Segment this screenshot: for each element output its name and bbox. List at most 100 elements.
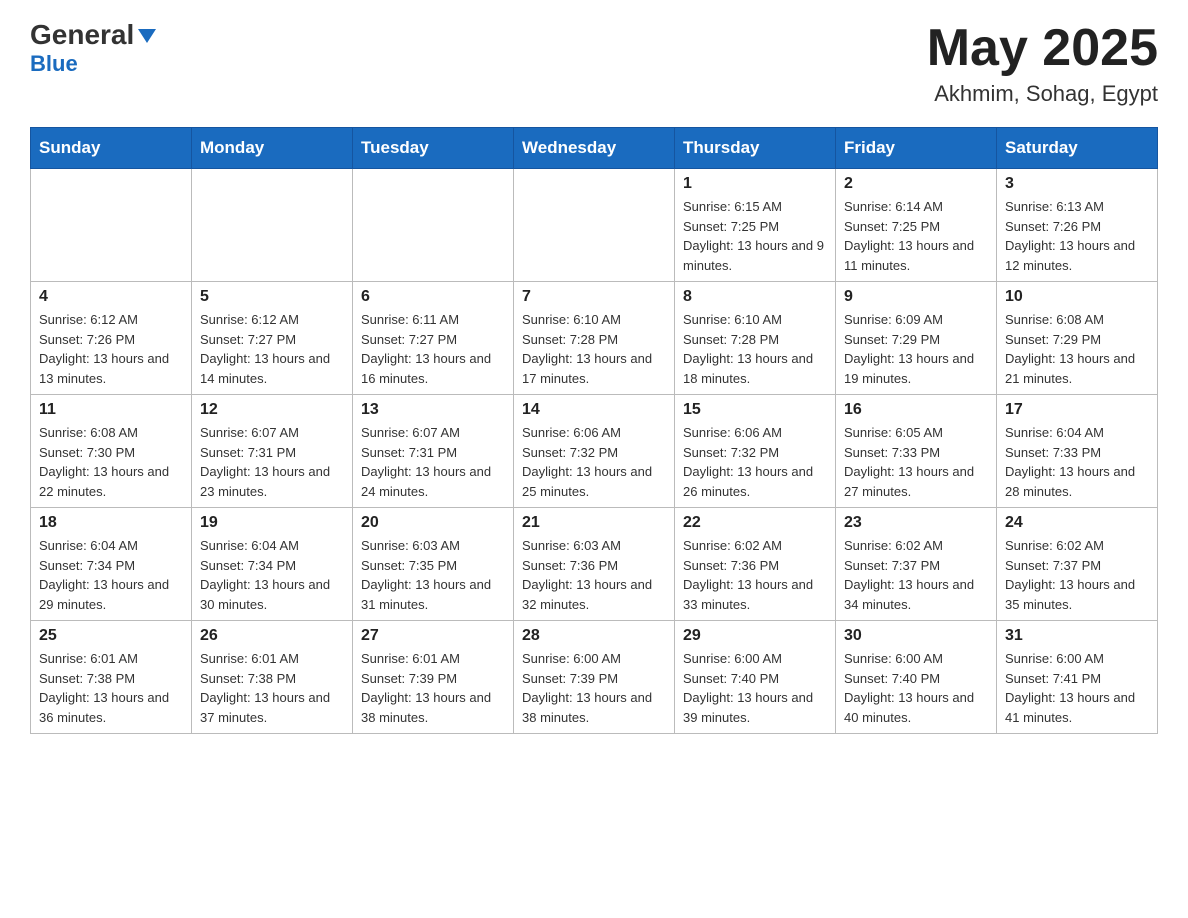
calendar-cell: 9Sunrise: 6:09 AM Sunset: 7:29 PM Daylig…: [836, 282, 997, 395]
day-number: 28: [522, 627, 666, 645]
day-info: Sunrise: 6:04 AM Sunset: 7:33 PM Dayligh…: [1005, 423, 1149, 501]
calendar-cell: [514, 169, 675, 282]
day-number: 16: [844, 401, 988, 419]
day-number: 17: [1005, 401, 1149, 419]
week-row-3: 11Sunrise: 6:08 AM Sunset: 7:30 PM Dayli…: [31, 395, 1158, 508]
day-number: 12: [200, 401, 344, 419]
day-info: Sunrise: 6:06 AM Sunset: 7:32 PM Dayligh…: [522, 423, 666, 501]
calendar-cell: 12 Sunrise: 6:07 AM Sunset: 7:31 PM Dayli…: [192, 395, 353, 508]
day-info: Sunrise: 6:01 AM Sunset: 7:38 PM Dayligh…: [200, 649, 344, 727]
week-row-5: 25 Sunrise: 6:01 AM Sunset: 7:38 PM Dayli…: [31, 621, 1158, 734]
calendar-cell: 17 Sunrise: 6:04 AM Sunset: 7:33 PM Dayli…: [997, 395, 1158, 508]
calendar-cell: [353, 169, 514, 282]
logo: General Blue: [30, 20, 158, 77]
day-info: Sunrise: 6:03 AM Sunset: 7:36 PM Dayligh…: [522, 536, 666, 614]
calendar-header-row: SundayMondayTuesdayWednesdayThursdayFrid…: [31, 128, 1158, 169]
day-number: 15: [683, 401, 827, 419]
day-info: Sunrise: 6:01 AM Sunset: 7:39 PM Dayligh…: [361, 649, 505, 727]
calendar-cell: 23Sunrise: 6:02 AM Sunset: 7:37 PM Dayli…: [836, 508, 997, 621]
day-number: 20: [361, 514, 505, 532]
day-number: 6: [361, 288, 505, 306]
day-info: Sunrise: 6:02 AM Sunset: 7:37 PM Dayligh…: [1005, 536, 1149, 614]
day-header-tuesday: Tuesday: [353, 128, 514, 169]
logo-general: General: [30, 20, 134, 51]
day-number: 5: [200, 288, 344, 306]
calendar-cell: [192, 169, 353, 282]
calendar-cell: 6 Sunrise: 6:11 AM Sunset: 7:27 PM Daylig…: [353, 282, 514, 395]
day-info: Sunrise: 6:07 AM Sunset: 7:31 PM Dayligh…: [200, 423, 344, 501]
day-number: 22: [683, 514, 827, 532]
day-info: Sunrise: 6:00 AM Sunset: 7:41 PM Dayligh…: [1005, 649, 1149, 727]
calendar-cell: 7Sunrise: 6:10 AM Sunset: 7:28 PM Daylig…: [514, 282, 675, 395]
day-number: 14: [522, 401, 666, 419]
day-info: Sunrise: 6:12 AM Sunset: 7:27 PM Dayligh…: [200, 310, 344, 388]
logo-triangle-icon: [136, 25, 158, 47]
week-row-2: 4 Sunrise: 6:12 AM Sunset: 7:26 PM Daylig…: [31, 282, 1158, 395]
calendar-cell: 13Sunrise: 6:07 AM Sunset: 7:31 PM Dayli…: [353, 395, 514, 508]
day-info: Sunrise: 6:06 AM Sunset: 7:32 PM Dayligh…: [683, 423, 827, 501]
day-header-thursday: Thursday: [675, 128, 836, 169]
logo-blue: Blue: [30, 51, 78, 76]
calendar-cell: 26 Sunrise: 6:01 AM Sunset: 7:38 PM Dayli…: [192, 621, 353, 734]
calendar-cell: 31Sunrise: 6:00 AM Sunset: 7:41 PM Dayli…: [997, 621, 1158, 734]
calendar-cell: 4 Sunrise: 6:12 AM Sunset: 7:26 PM Daylig…: [31, 282, 192, 395]
calendar-cell: 19Sunrise: 6:04 AM Sunset: 7:34 PM Dayli…: [192, 508, 353, 621]
day-info: Sunrise: 6:15 AM Sunset: 7:25 PM Dayligh…: [683, 197, 827, 275]
day-info: Sunrise: 6:00 AM Sunset: 7:40 PM Dayligh…: [844, 649, 988, 727]
page-header: General Blue May 2025 Akhmim, Sohag, Egy…: [30, 20, 1158, 107]
day-number: 8: [683, 288, 827, 306]
calendar-cell: 21Sunrise: 6:03 AM Sunset: 7:36 PM Dayli…: [514, 508, 675, 621]
day-header-monday: Monday: [192, 128, 353, 169]
day-number: 9: [844, 288, 988, 306]
day-header-friday: Friday: [836, 128, 997, 169]
calendar-cell: 2 Sunrise: 6:14 AM Sunset: 7:25 PM Daylig…: [836, 169, 997, 282]
day-number: 10: [1005, 288, 1149, 306]
calendar-cell: [31, 169, 192, 282]
day-info: Sunrise: 6:14 AM Sunset: 7:25 PM Dayligh…: [844, 197, 988, 275]
day-number: 30: [844, 627, 988, 645]
day-number: 27: [361, 627, 505, 645]
calendar-cell: 27 Sunrise: 6:01 AM Sunset: 7:39 PM Dayli…: [353, 621, 514, 734]
day-info: Sunrise: 6:11 AM Sunset: 7:27 PM Dayligh…: [361, 310, 505, 388]
calendar-cell: 3 Sunrise: 6:13 AM Sunset: 7:26 PM Daylig…: [997, 169, 1158, 282]
calendar-title: May 2025: [927, 20, 1158, 77]
calendar-subtitle: Akhmim, Sohag, Egypt: [927, 81, 1158, 107]
calendar-cell: 8 Sunrise: 6:10 AM Sunset: 7:28 PM Daylig…: [675, 282, 836, 395]
calendar-cell: 29Sunrise: 6:00 AM Sunset: 7:40 PM Dayli…: [675, 621, 836, 734]
day-number: 2: [844, 175, 988, 193]
day-number: 26: [200, 627, 344, 645]
calendar-table: SundayMondayTuesdayWednesdayThursdayFrid…: [30, 127, 1158, 734]
calendar-cell: 10Sunrise: 6:08 AM Sunset: 7:29 PM Dayli…: [997, 282, 1158, 395]
calendar-cell: 22 Sunrise: 6:02 AM Sunset: 7:36 PM Dayli…: [675, 508, 836, 621]
day-info: Sunrise: 6:03 AM Sunset: 7:35 PM Dayligh…: [361, 536, 505, 614]
calendar-cell: 14 Sunrise: 6:06 AM Sunset: 7:32 PM Dayli…: [514, 395, 675, 508]
day-number: 25: [39, 627, 183, 645]
day-number: 1: [683, 175, 827, 193]
day-number: 3: [1005, 175, 1149, 193]
calendar-cell: 1 Sunrise: 6:15 AM Sunset: 7:25 PM Daylig…: [675, 169, 836, 282]
week-row-4: 18 Sunrise: 6:04 AM Sunset: 7:34 PM Dayli…: [31, 508, 1158, 621]
day-info: Sunrise: 6:10 AM Sunset: 7:28 PM Dayligh…: [522, 310, 666, 388]
calendar-cell: 24Sunrise: 6:02 AM Sunset: 7:37 PM Dayli…: [997, 508, 1158, 621]
day-number: 19: [200, 514, 344, 532]
calendar-cell: 18 Sunrise: 6:04 AM Sunset: 7:34 PM Dayli…: [31, 508, 192, 621]
day-info: Sunrise: 6:10 AM Sunset: 7:28 PM Dayligh…: [683, 310, 827, 388]
day-number: 4: [39, 288, 183, 306]
day-number: 29: [683, 627, 827, 645]
day-header-saturday: Saturday: [997, 128, 1158, 169]
day-number: 11: [39, 401, 183, 419]
calendar-cell: 28Sunrise: 6:00 AM Sunset: 7:39 PM Dayli…: [514, 621, 675, 734]
day-number: 18: [39, 514, 183, 532]
title-block: May 2025 Akhmim, Sohag, Egypt: [927, 20, 1158, 107]
calendar-cell: 11Sunrise: 6:08 AM Sunset: 7:30 PM Dayli…: [31, 395, 192, 508]
calendar-cell: 16Sunrise: 6:05 AM Sunset: 7:33 PM Dayli…: [836, 395, 997, 508]
day-info: Sunrise: 6:02 AM Sunset: 7:37 PM Dayligh…: [844, 536, 988, 614]
day-info: Sunrise: 6:04 AM Sunset: 7:34 PM Dayligh…: [39, 536, 183, 614]
day-info: Sunrise: 6:12 AM Sunset: 7:26 PM Dayligh…: [39, 310, 183, 388]
day-info: Sunrise: 6:13 AM Sunset: 7:26 PM Dayligh…: [1005, 197, 1149, 275]
calendar-cell: 25 Sunrise: 6:01 AM Sunset: 7:38 PM Dayli…: [31, 621, 192, 734]
day-info: Sunrise: 6:02 AM Sunset: 7:36 PM Dayligh…: [683, 536, 827, 614]
calendar-cell: 20 Sunrise: 6:03 AM Sunset: 7:35 PM Dayli…: [353, 508, 514, 621]
day-info: Sunrise: 6:01 AM Sunset: 7:38 PM Dayligh…: [39, 649, 183, 727]
calendar-cell: 5 Sunrise: 6:12 AM Sunset: 7:27 PM Daylig…: [192, 282, 353, 395]
